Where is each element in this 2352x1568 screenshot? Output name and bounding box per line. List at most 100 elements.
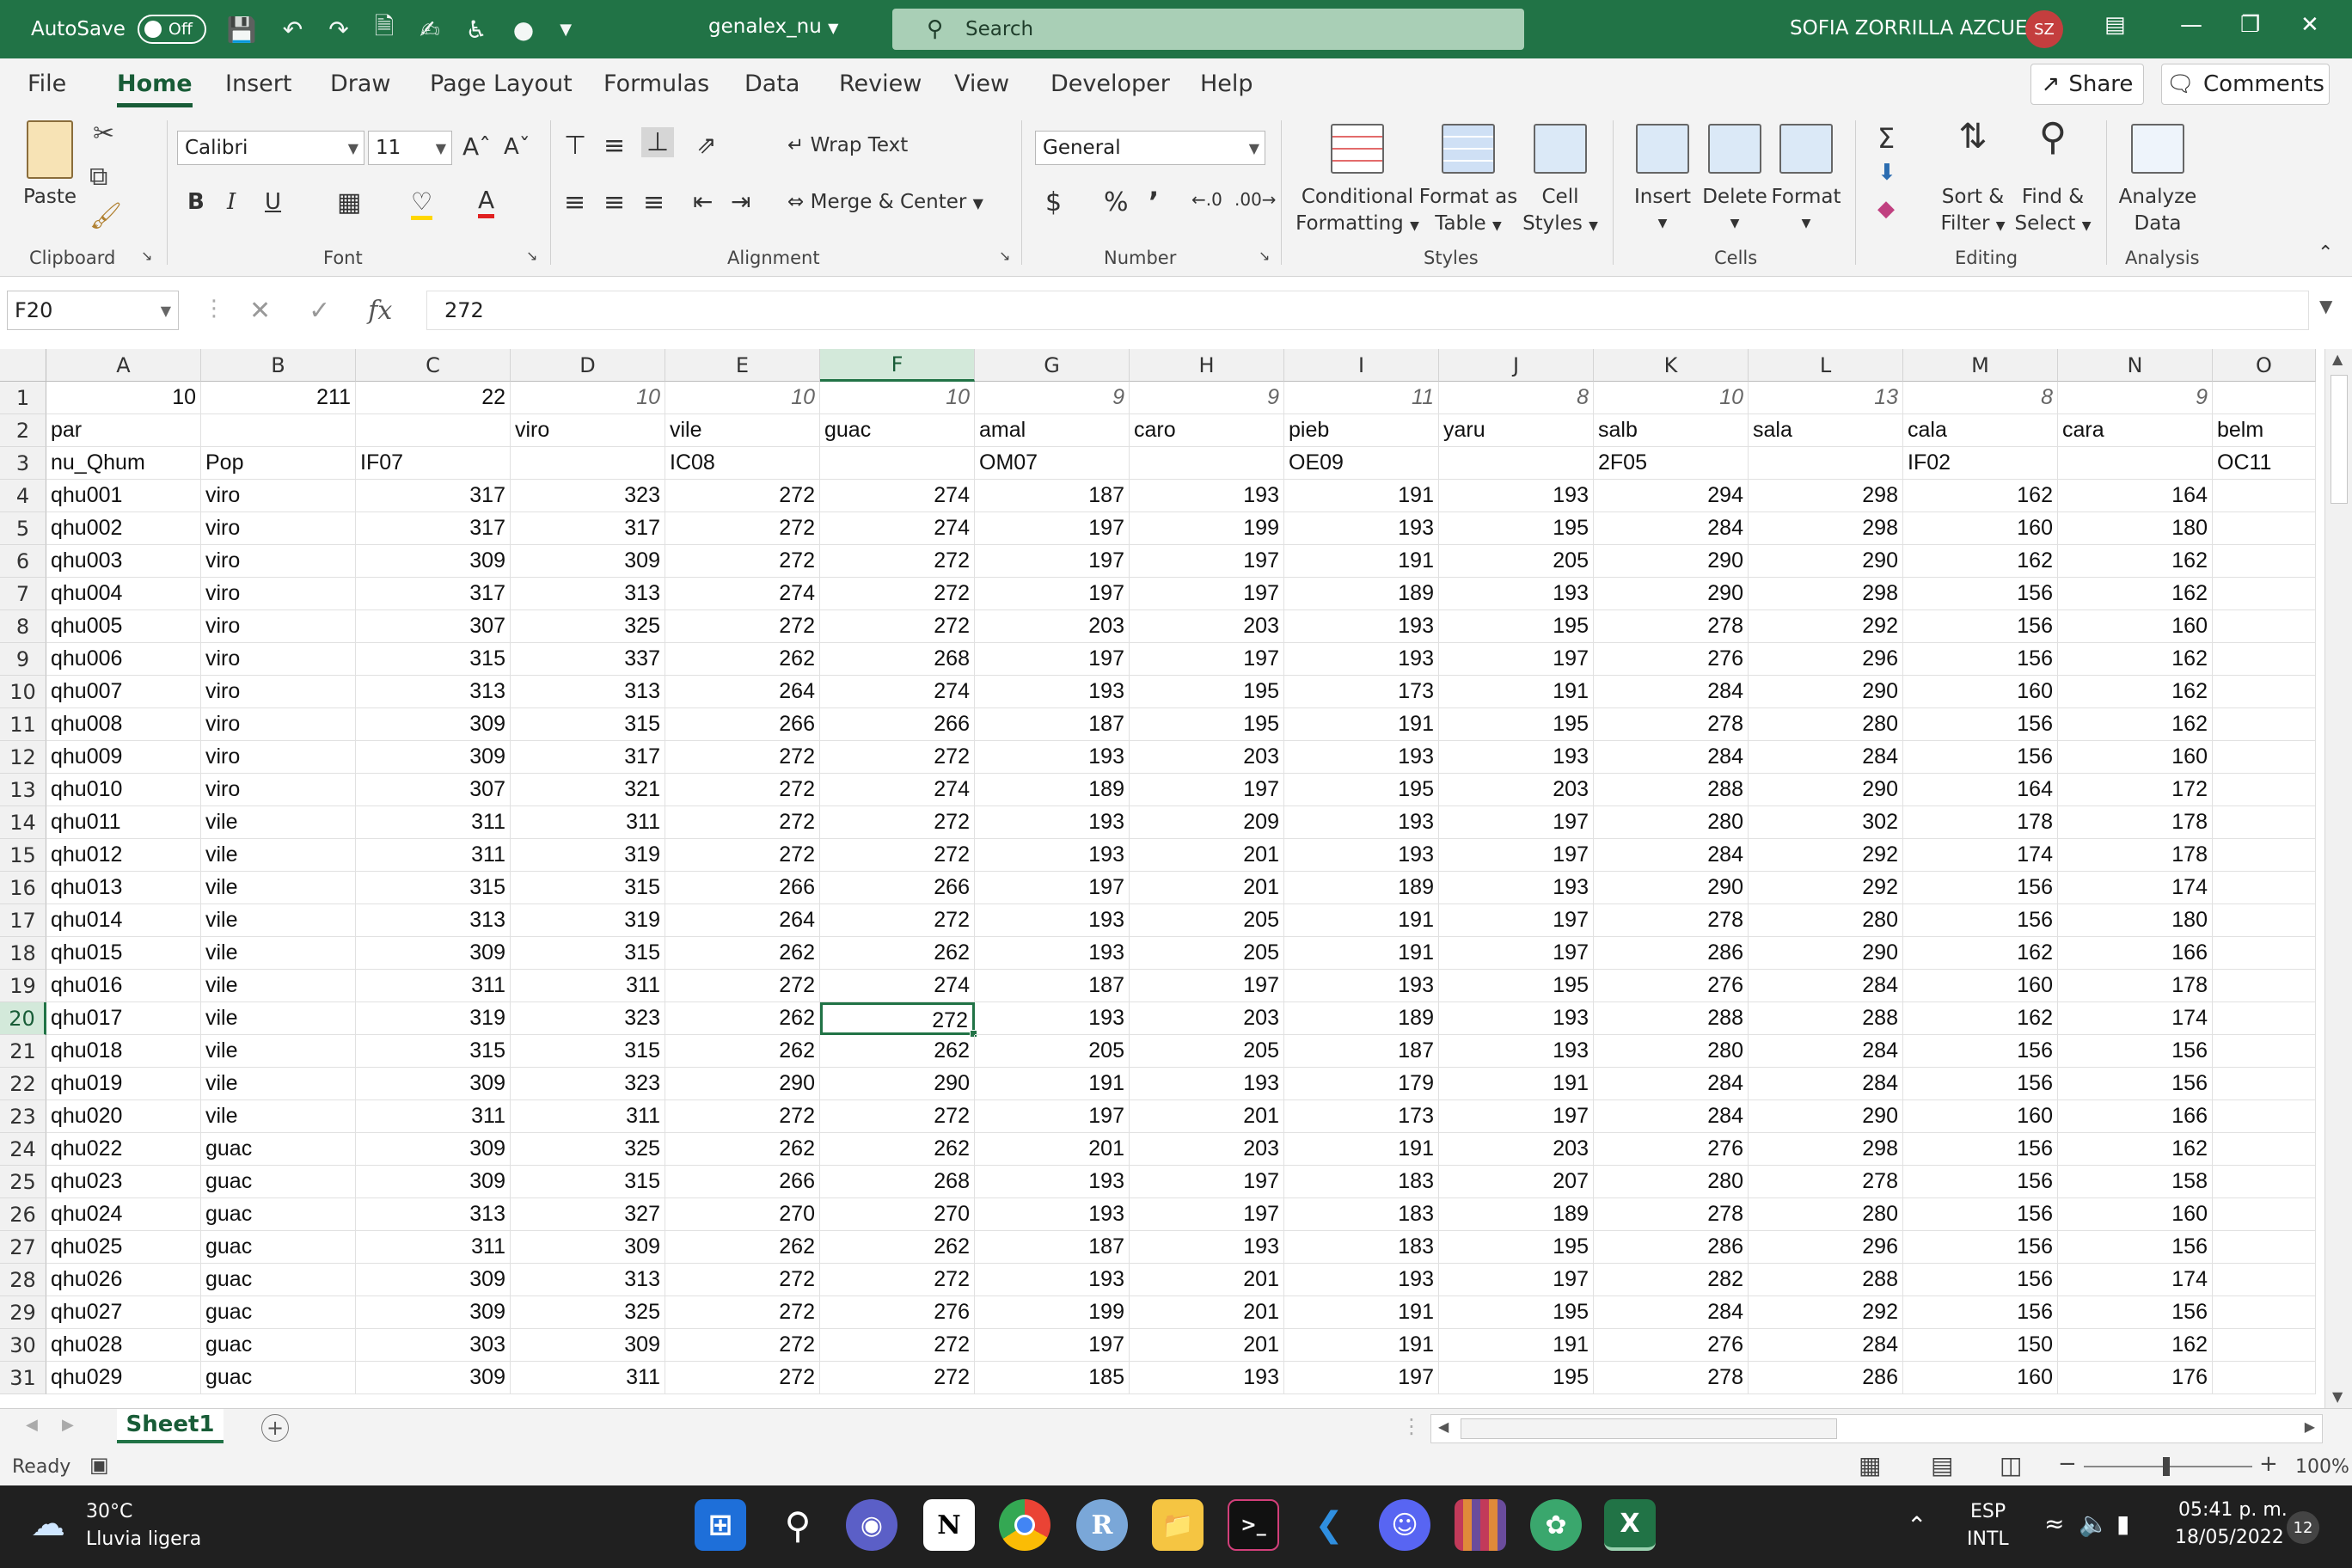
zoom-out-icon[interactable]: − bbox=[2058, 1451, 2077, 1477]
tab-file[interactable]: File bbox=[28, 70, 66, 97]
cell[interactable]: qhu013 bbox=[46, 872, 201, 904]
cell[interactable]: 201 bbox=[1130, 839, 1284, 872]
row-header[interactable]: 22 bbox=[0, 1068, 46, 1100]
cell[interactable]: 309 bbox=[356, 708, 511, 741]
row-header[interactable]: 1 bbox=[0, 382, 46, 414]
cell[interactable]: 309 bbox=[356, 937, 511, 970]
row-header[interactable]: 17 bbox=[0, 904, 46, 937]
cell[interactable]: 313 bbox=[356, 1198, 511, 1231]
align-right-icon[interactable]: ≡ bbox=[643, 187, 665, 217]
cell[interactable]: 270 bbox=[820, 1198, 975, 1231]
cell[interactable]: 311 bbox=[511, 1362, 665, 1394]
cell[interactable]: 193 bbox=[1284, 741, 1439, 774]
cell[interactable]: 274 bbox=[820, 676, 975, 708]
cell[interactable]: 307 bbox=[356, 774, 511, 806]
cell[interactable]: 195 bbox=[1439, 970, 1594, 1002]
row-header[interactable]: 4 bbox=[0, 480, 46, 512]
vertical-scrollbar[interactable]: ▲ ▼ bbox=[2324, 349, 2352, 1408]
cell[interactable]: 160 bbox=[1903, 676, 2058, 708]
cell[interactable]: 276 bbox=[1594, 643, 1749, 676]
increase-decimal-icon[interactable]: ←.0 bbox=[1191, 189, 1222, 210]
cell[interactable]: 337 bbox=[511, 643, 665, 676]
column-header[interactable]: F bbox=[820, 349, 975, 382]
insert-function-icon[interactable]: fx bbox=[368, 296, 392, 326]
cell[interactable]: 266 bbox=[820, 872, 975, 904]
cell[interactable]: 272 bbox=[665, 1264, 820, 1296]
cell[interactable]: 284 bbox=[1594, 512, 1749, 545]
cell[interactable]: 284 bbox=[1749, 1035, 1903, 1068]
row-header[interactable]: 2 bbox=[0, 414, 46, 447]
cell[interactable]: 272 bbox=[665, 512, 820, 545]
cell[interactable]: 298 bbox=[1749, 480, 1903, 512]
column-header[interactable]: L bbox=[1749, 349, 1903, 382]
windows-start-icon[interactable]: ⊞ bbox=[695, 1499, 746, 1551]
cell[interactable]: 211 bbox=[201, 382, 356, 414]
tab-draw[interactable]: Draw bbox=[330, 70, 391, 97]
cell[interactable]: 195 bbox=[1439, 1296, 1594, 1329]
column-header[interactable]: M bbox=[1903, 349, 2058, 382]
cell[interactable]: 327 bbox=[511, 1198, 665, 1231]
cell[interactable]: 201 bbox=[1130, 1264, 1284, 1296]
column-header[interactable]: E bbox=[665, 349, 820, 382]
cell[interactable] bbox=[2213, 937, 2316, 970]
cancel-icon[interactable]: ✕ bbox=[249, 296, 271, 326]
cell[interactable] bbox=[2213, 1264, 2316, 1296]
cell[interactable]: 272 bbox=[665, 610, 820, 643]
cell[interactable]: 280 bbox=[1749, 708, 1903, 741]
cell[interactable]: 292 bbox=[1749, 839, 1903, 872]
cell[interactable]: 195 bbox=[1439, 1362, 1594, 1394]
cell[interactable] bbox=[2213, 708, 2316, 741]
cell[interactable]: 180 bbox=[2058, 904, 2213, 937]
cell[interactable] bbox=[2213, 578, 2316, 610]
cell[interactable]: qhu006 bbox=[46, 643, 201, 676]
cell[interactable]: 203 bbox=[1130, 741, 1284, 774]
cell[interactable]: IF07 bbox=[356, 447, 511, 480]
column-header[interactable]: N bbox=[2058, 349, 2213, 382]
cell[interactable]: 309 bbox=[356, 545, 511, 578]
cell[interactable]: 201 bbox=[975, 1133, 1130, 1166]
cell[interactable]: OC11 bbox=[2213, 447, 2316, 480]
cell[interactable]: qhu002 bbox=[46, 512, 201, 545]
r-icon[interactable]: R bbox=[1076, 1499, 1128, 1551]
cell[interactable]: 156 bbox=[2058, 1296, 2213, 1329]
tab-data[interactable]: Data bbox=[744, 70, 799, 97]
close-icon[interactable]: ✕ bbox=[2300, 12, 2319, 38]
cell[interactable]: 197 bbox=[1439, 1100, 1594, 1133]
cell[interactable]: 160 bbox=[1903, 512, 2058, 545]
cell[interactable]: vile bbox=[201, 1035, 356, 1068]
cell[interactable]: guac bbox=[201, 1198, 356, 1231]
cell[interactable]: OM07 bbox=[975, 447, 1130, 480]
cell[interactable]: 178 bbox=[1903, 806, 2058, 839]
cell[interactable]: 156 bbox=[1903, 1296, 2058, 1329]
tab-developer[interactable]: Developer bbox=[1050, 70, 1170, 97]
cell[interactable]: 203 bbox=[1439, 774, 1594, 806]
cell[interactable]: 195 bbox=[1439, 708, 1594, 741]
cell[interactable]: qhu019 bbox=[46, 1068, 201, 1100]
row-header[interactable]: 29 bbox=[0, 1296, 46, 1329]
cell[interactable]: guac bbox=[201, 1296, 356, 1329]
formula-input[interactable]: 272 bbox=[426, 291, 2309, 330]
cell[interactable]: 262 bbox=[665, 937, 820, 970]
cell[interactable]: 207 bbox=[1439, 1166, 1594, 1198]
cell[interactable] bbox=[2213, 741, 2316, 774]
cell[interactable]: 10 bbox=[820, 382, 975, 414]
column-header[interactable]: G bbox=[975, 349, 1130, 382]
customize-qat-icon[interactable]: ▼ bbox=[560, 21, 572, 39]
cell[interactable]: 317 bbox=[356, 512, 511, 545]
cell[interactable]: 156 bbox=[1903, 741, 2058, 774]
cell[interactable]: 9 bbox=[975, 382, 1130, 414]
row-header[interactable]: 24 bbox=[0, 1133, 46, 1166]
cell[interactable]: 317 bbox=[511, 512, 665, 545]
cell[interactable]: 203 bbox=[975, 610, 1130, 643]
cell[interactable]: qhu005 bbox=[46, 610, 201, 643]
cell[interactable]: 156 bbox=[1903, 643, 2058, 676]
tab-insert[interactable]: Insert bbox=[225, 70, 291, 97]
cell[interactable]: 160 bbox=[1903, 1100, 2058, 1133]
cell[interactable]: 195 bbox=[1130, 708, 1284, 741]
increase-font-icon[interactable]: Aˆ bbox=[462, 132, 491, 161]
cell[interactable]: 191 bbox=[1284, 545, 1439, 578]
cell[interactable]: 187 bbox=[975, 1231, 1130, 1264]
cell[interactable] bbox=[2213, 1198, 2316, 1231]
cell[interactable]: 193 bbox=[1284, 839, 1439, 872]
cell[interactable]: 309 bbox=[356, 1264, 511, 1296]
